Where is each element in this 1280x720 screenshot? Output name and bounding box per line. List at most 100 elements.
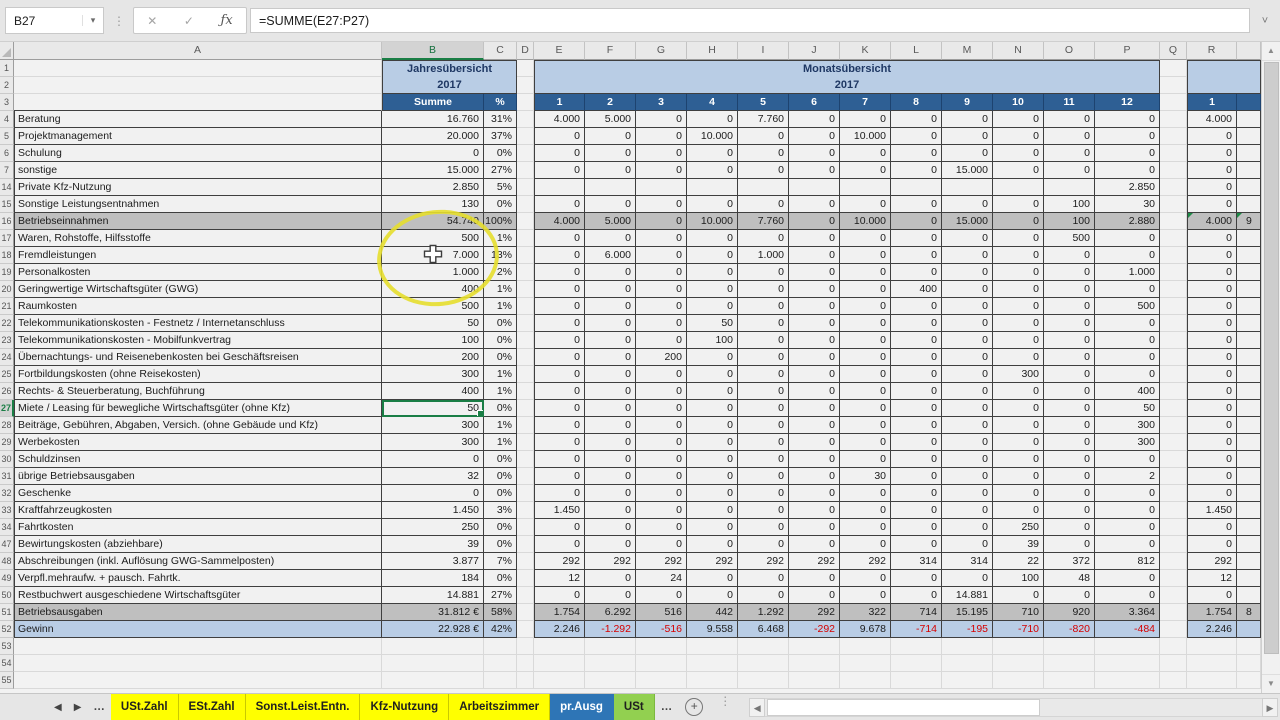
month-value-cell[interactable]: 1.450 [534,502,585,519]
percent-cell[interactable]: 0% [484,519,517,536]
row-header-53[interactable]: 53 [0,638,14,655]
row-header-23[interactable]: 23 [0,332,14,349]
next-year-value-cell[interactable]: 0 [1187,383,1237,400]
month-value-cell[interactable]: 10.000 [687,213,738,230]
hscroll-left-icon[interactable]: ◀ [749,697,766,717]
month-value-cell[interactable]: 0 [993,247,1044,264]
month-value-cell[interactable] [585,179,636,196]
month-value-cell[interactable]: 0 [585,400,636,417]
month-value-cell[interactable]: 5.000 [585,111,636,128]
column-header-clipped[interactable] [1237,42,1261,60]
month-value-cell[interactable]: 0 [993,451,1044,468]
sum-cell[interactable]: 0 [382,451,484,468]
month-value-cell[interactable]: 0 [789,264,840,281]
month-value-cell[interactable]: 0 [534,264,585,281]
empty-cell[interactable] [1044,672,1095,689]
row-header-49[interactable]: 49 [0,570,14,587]
next-year-value-cell[interactable]: 0 [1187,281,1237,298]
month-value-cell[interactable]: 0 [789,451,840,468]
empty-cell[interactable] [993,655,1044,672]
month-value-cell[interactable]: 0 [534,247,585,264]
empty-cell[interactable] [1160,179,1187,196]
month-value-cell[interactable]: 0 [636,383,687,400]
row-header-15[interactable]: 15 [0,196,14,213]
clipped-value-cell[interactable]: 9 [1237,213,1261,230]
sum-cell[interactable]: 184 [382,570,484,587]
empty-cell[interactable] [517,604,534,621]
empty-cell[interactable] [1187,672,1237,689]
empty-cell[interactable] [517,349,534,366]
month-value-cell[interactable]: 0 [534,349,585,366]
column-header-M[interactable]: M [942,42,993,60]
month-value-cell[interactable]: 0 [942,230,993,247]
row-label-cell[interactable]: Bewirtungskosten (abziehbare) [14,536,382,553]
month-value-cell[interactable]: 0 [534,196,585,213]
empty-cell[interactable] [517,298,534,315]
empty-cell[interactable] [1160,196,1187,213]
empty-cell[interactable] [1160,264,1187,281]
month-value-cell[interactable]: 0 [534,587,585,604]
month-value-cell[interactable]: 0 [636,434,687,451]
empty-cell[interactable] [517,332,534,349]
sum-cell[interactable]: 1.000 [382,264,484,281]
month-value-cell[interactable]: 812 [1095,553,1160,570]
empty-cell[interactable] [484,672,517,689]
month-overview-band[interactable]: 2017 [534,77,1160,94]
month-value-cell[interactable]: 3.364 [1095,604,1160,621]
month-value-cell[interactable]: 0 [942,570,993,587]
empty-cell[interactable] [891,655,942,672]
month-value-cell[interactable]: 0 [585,434,636,451]
month-value-cell[interactable]: 0 [789,213,840,230]
month-value-cell[interactable]: 300 [1095,434,1160,451]
empty-cell[interactable] [517,502,534,519]
month-value-cell[interactable]: 7.760 [738,111,789,128]
row-label-cell[interactable]: Telekommunikationskosten - Mobilfunkvert… [14,332,382,349]
column-header-G[interactable]: G [636,42,687,60]
month-value-cell[interactable]: 0 [738,468,789,485]
month-value-cell[interactable]: 0 [1095,111,1160,128]
month-value-cell[interactable]: 0 [1095,332,1160,349]
percent-cell[interactable]: 2% [484,264,517,281]
month-value-cell[interactable]: 0 [738,128,789,145]
month-value-cell[interactable]: 0 [534,485,585,502]
month-value-cell[interactable]: 0 [789,366,840,383]
month-value-cell[interactable]: 0 [942,502,993,519]
month-value-cell[interactable]: 0 [585,264,636,281]
month-value-cell[interactable]: 0 [891,383,942,400]
empty-cell[interactable] [1160,60,1187,77]
month-value-cell[interactable]: 0 [942,400,993,417]
month-value-cell[interactable]: 1.292 [738,604,789,621]
month-value-cell[interactable]: 0 [585,502,636,519]
empty-cell[interactable] [484,638,517,655]
empty-cell[interactable] [1160,655,1187,672]
month-value-cell[interactable]: 6.468 [738,621,789,638]
sum-cell[interactable]: 100 [382,332,484,349]
month-value-cell[interactable]: 0 [636,519,687,536]
month-value-cell[interactable]: 0 [534,451,585,468]
month-value-cell[interactable]: 0 [636,485,687,502]
month-value-cell[interactable]: 0 [840,519,891,536]
month-value-cell[interactable]: 0 [738,485,789,502]
month-value-cell[interactable]: 0 [585,451,636,468]
empty-cell[interactable] [14,60,382,77]
month-value-cell[interactable]: 30 [840,468,891,485]
month-value-cell[interactable]: 0 [687,485,738,502]
clipped-value-cell[interactable] [1237,264,1261,281]
month-value-cell[interactable]: 400 [891,281,942,298]
empty-cell[interactable] [517,247,534,264]
clipped-value-cell[interactable] [1237,145,1261,162]
month-value-cell[interactable]: 442 [687,604,738,621]
month-value-cell[interactable]: 0 [585,349,636,366]
month-value-cell[interactable]: 30 [1095,196,1160,213]
month-value-cell[interactable]: 10.000 [840,128,891,145]
sheet-tab-kfz-nutzung[interactable]: Kfz-Nutzung [360,694,450,720]
clipped-value-cell[interactable] [1237,366,1261,383]
column-header-Q[interactable]: Q [1160,42,1187,60]
empty-cell[interactable] [840,638,891,655]
next-year-value-cell[interactable]: 0 [1187,179,1237,196]
month-value-cell[interactable]: 292 [840,553,891,570]
month-value-cell[interactable]: 0 [636,587,687,604]
row-header-19[interactable]: 19 [0,264,14,281]
enter-icon[interactable]: ✓ [184,14,194,28]
clipped-value-cell[interactable] [1237,519,1261,536]
